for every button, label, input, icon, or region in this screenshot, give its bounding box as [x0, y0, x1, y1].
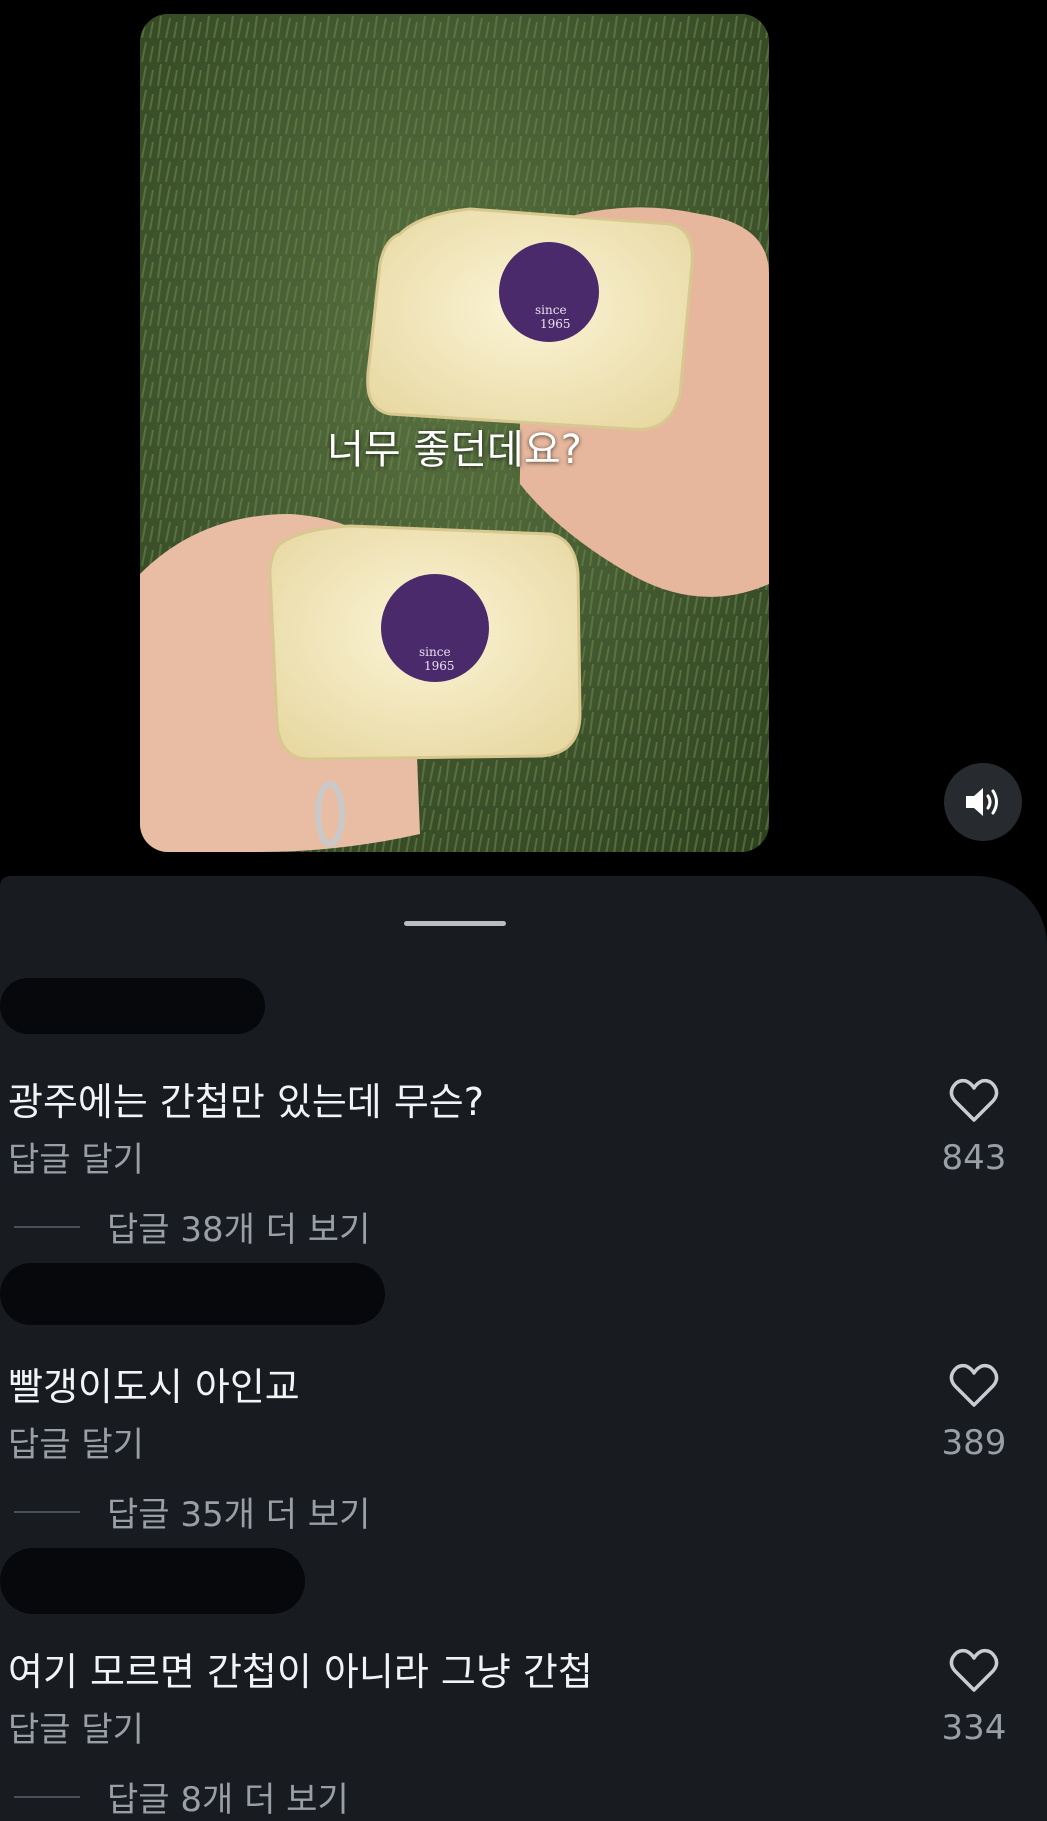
view-replies-button[interactable]: 답글 38개 더 보기 [14, 1202, 370, 1251]
comment-item: 광주에는 간첩만 있는데 무슨? 답글 달기 843 답글 38개 더 보기 [0, 970, 1047, 1250]
comment-text: 광주에는 간첩만 있는데 무슨? [8, 1080, 484, 1124]
svg-text:since: since [419, 645, 451, 659]
cake-top: since 1965 [366, 207, 694, 432]
reply-divider [14, 1795, 80, 1798]
reply-button[interactable]: 답글 달기 [8, 1417, 144, 1466]
heart-icon[interactable] [949, 1078, 999, 1124]
comment-text: 여기 모르면 간첩이 아니라 그냥 간첩 [8, 1650, 593, 1694]
view-replies-button[interactable]: 답글 35개 더 보기 [14, 1487, 370, 1536]
heart-icon[interactable] [949, 1363, 999, 1409]
video-frame: since 1965 since 1965 [140, 14, 769, 852]
view-replies-label: 답글 8개 더 보기 [107, 1780, 349, 1820]
svg-text:since: since [535, 303, 567, 317]
comment-item: 빨갱이도시 아인교 답글 달기 389 답글 35개 더 보기 [0, 1255, 1047, 1535]
like-count: 843 [941, 1138, 1007, 1178]
comment-text: 빨갱이도시 아인교 [8, 1365, 300, 1409]
reply-divider [14, 1510, 80, 1513]
comment-item: 여기 모르면 간첩이 아니라 그냥 간첩 답글 달기 334 답글 8개 더 보… [0, 1540, 1047, 1820]
cake-bottom: since 1965 [268, 524, 582, 761]
screen: since 1965 since 1965 너무 좋던데요? 광주에는 간첩만 … [0, 0, 1047, 1821]
speaker-icon [966, 788, 998, 816]
comments-sheet: 광주에는 간첩만 있는데 무슨? 답글 달기 843 답글 38개 더 보기 빨… [0, 876, 1047, 1821]
like-count: 389 [941, 1423, 1007, 1463]
reply-button[interactable]: 답글 달기 [8, 1702, 144, 1751]
view-replies-label: 답글 38개 더 보기 [107, 1210, 371, 1250]
sheet-grabber[interactable] [404, 921, 506, 926]
redacted-username [0, 1263, 385, 1325]
heart-icon[interactable] [949, 1648, 999, 1694]
like-count: 334 [941, 1708, 1007, 1748]
video-player[interactable]: since 1965 since 1965 너무 좋던데요? [140, 14, 769, 852]
reply-divider [14, 1225, 80, 1228]
view-replies-button[interactable]: 답글 8개 더 보기 [14, 1772, 349, 1821]
svg-text:1965: 1965 [540, 317, 571, 331]
reply-button[interactable]: 답글 달기 [8, 1132, 144, 1181]
redacted-username [0, 978, 265, 1034]
view-replies-label: 답글 35개 더 보기 [107, 1495, 371, 1535]
svg-text:1965: 1965 [424, 659, 455, 673]
redacted-username [0, 1548, 305, 1614]
mute-button[interactable] [944, 763, 1022, 841]
